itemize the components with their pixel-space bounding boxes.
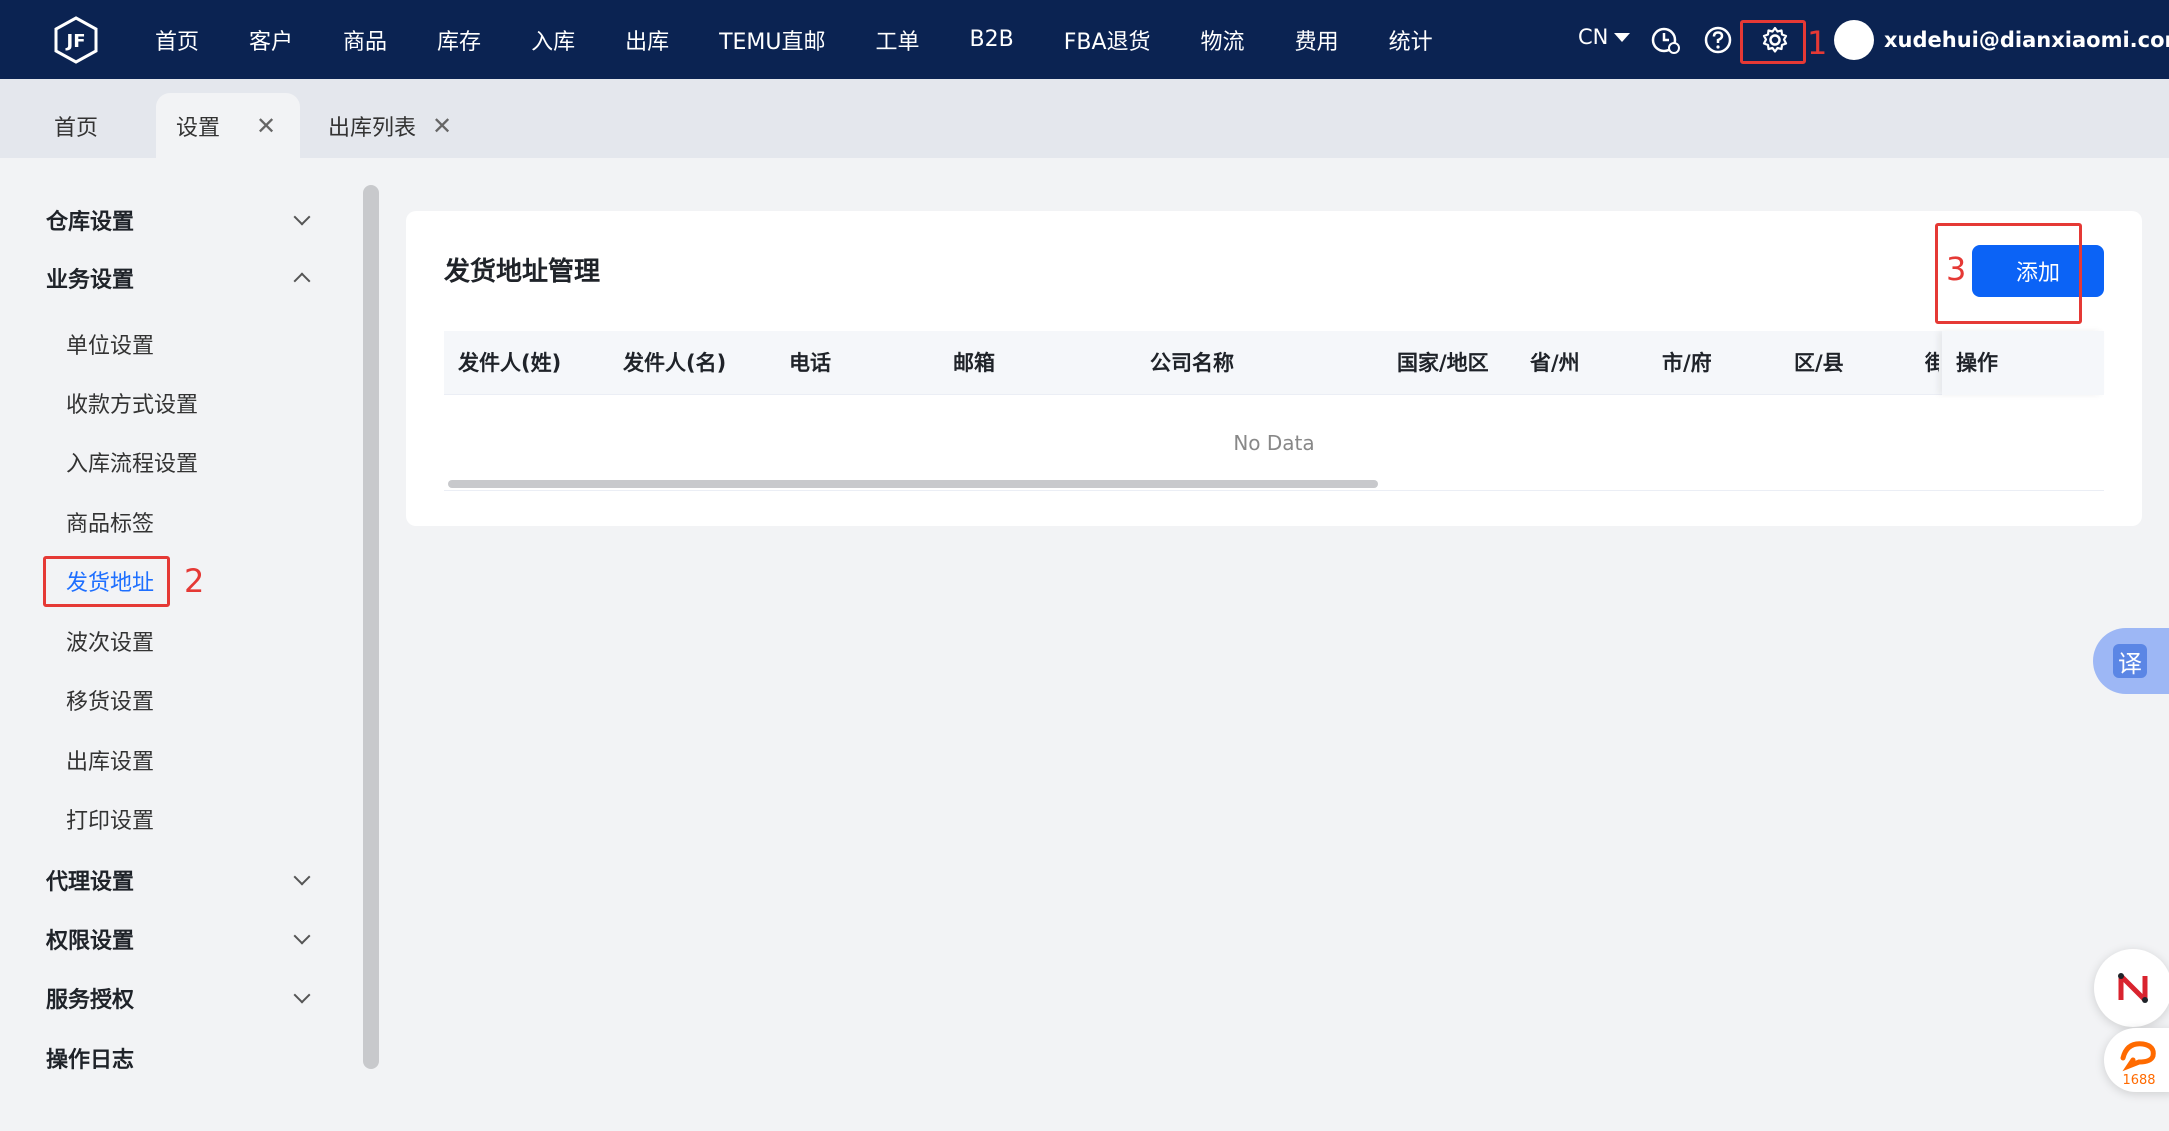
sidebar-group-label: 操作日志 [46, 1048, 135, 1073]
settings-sidebar: 仓库设置 业务设置 单位设置 收款方式设置 入库流程设置 商品标签 发货地址 波… [0, 158, 360, 1131]
close-icon[interactable]: ✕ [256, 112, 276, 140]
nav-b2b[interactable]: B2B [970, 27, 1014, 52]
sidebar-group-operation-log[interactable]: 操作日志 [46, 1042, 316, 1074]
tab-settings-label: 设置 [176, 115, 221, 141]
language-label: CN [1578, 25, 1609, 49]
sidebar-group-label: 仓库设置 [46, 210, 135, 235]
chevron-down-icon [293, 986, 311, 1004]
user-menu[interactable]: xudehui@dianxiaomi.com [1834, 20, 2169, 60]
table-bottom-divider [444, 490, 2104, 491]
badge-1688: 1688 [2122, 1073, 2155, 1088]
column-header: 街 [1925, 351, 1939, 375]
annotation-box-settings [1740, 20, 1806, 64]
op-column-header: 操作 [1942, 331, 2104, 395]
table-header: 发件人(姓) 发件人(名) 电话 邮箱 公司名称 国家/地区 省/州 市/府 区… [444, 331, 2104, 395]
chevron-down-icon [293, 927, 311, 945]
user-email: xudehui@dianxiaomi.com [1884, 28, 2169, 52]
sidebar-group-label: 服务授权 [46, 988, 135, 1013]
sidebar-group-label: 权限设置 [46, 929, 135, 954]
chevron-down-icon [293, 868, 311, 886]
main-nav: 首页 客户 商品 库存 入库 出库 TEMU直邮 工单 B2B FBA退货 物流… [130, 0, 1458, 79]
shipping-address-card: 发货地址管理 添加 发件人(姓) 发件人(名) 电话 邮箱 公司名称 国家/地区… [406, 211, 2142, 526]
svg-text:JF: JF [65, 31, 86, 52]
sidebar-item-wave[interactable]: 波次设置 [66, 625, 154, 657]
help-icon[interactable] [1702, 24, 1734, 56]
language-selector[interactable]: CN [1578, 25, 1631, 49]
tab-outbound-list[interactable]: 出库列表 ✕ [328, 93, 452, 158]
column-header: 电话 [789, 351, 831, 375]
chevron-up-icon [293, 272, 311, 290]
sidebar-group-agent[interactable]: 代理设置 [46, 864, 316, 896]
sidebar-item-inbound-flow[interactable]: 入库流程设置 [66, 446, 198, 478]
extension-widget[interactable] [2094, 949, 2169, 1027]
tab-settings[interactable]: 设置 ✕ [156, 93, 300, 158]
sidebar-group-permission[interactable]: 权限设置 [46, 923, 316, 955]
alibaba-1688-icon: 1688 [2120, 1041, 2156, 1088]
nav-outbound[interactable]: 出库 [625, 24, 669, 56]
translate-icon: 译 [2113, 644, 2147, 678]
column-header: 市/府 [1662, 351, 1712, 375]
clock-icon[interactable] [1650, 24, 1682, 56]
sidebar-group-warehouse[interactable]: 仓库设置 [46, 204, 316, 236]
sidebar-item-product-label[interactable]: 商品标签 [66, 506, 154, 538]
caret-down-icon [1614, 32, 1631, 42]
column-header: 区/县 [1794, 351, 1844, 375]
sidebar-item-unit[interactable]: 单位设置 [66, 328, 154, 360]
nav-statistics[interactable]: 统计 [1389, 24, 1433, 56]
nav-tickets[interactable]: 工单 [876, 24, 920, 56]
sidebar-group-business[interactable]: 业务设置 [46, 262, 316, 294]
avatar [1834, 20, 1874, 60]
sidebar-item-print[interactable]: 打印设置 [66, 803, 154, 835]
nav-inventory[interactable]: 库存 [437, 24, 481, 56]
nav-customers[interactable]: 客户 [249, 24, 293, 56]
network-icon [2118, 973, 2148, 1003]
sidebar-group-label: 代理设置 [46, 870, 135, 895]
nav-logistics[interactable]: 物流 [1201, 24, 1245, 56]
annotation-step-2: 2 [184, 562, 205, 600]
column-header: 操作 [1956, 351, 1998, 375]
nav-temu[interactable]: TEMU直邮 [719, 24, 825, 56]
nav-fba-returns[interactable]: FBA退货 [1064, 24, 1151, 56]
tab-home[interactable]: 首页 [54, 93, 98, 158]
tab-home-label: 首页 [54, 115, 99, 141]
tab-outbound-list-label: 出库列表 [328, 115, 417, 141]
table-horizontal-scrollbar[interactable] [448, 480, 1378, 488]
nav-inbound[interactable]: 入库 [531, 24, 575, 56]
nav-products[interactable]: 商品 [343, 24, 387, 56]
translate-widget[interactable]: 译 [2093, 628, 2169, 694]
column-header: 发件人(姓) [458, 351, 562, 375]
column-header: 国家/地区 [1397, 351, 1489, 375]
app-logo-icon[interactable]: JF [52, 16, 100, 64]
sidebar-item-transfer[interactable]: 移货设置 [66, 684, 154, 716]
column-header: 邮箱 [953, 351, 995, 375]
tabs-bar: 首页 设置 ✕ 出库列表 ✕ [0, 79, 2169, 158]
widget-1688[interactable]: 1688 [2104, 1028, 2169, 1092]
sidebar-group-service-auth[interactable]: 服务授权 [46, 982, 316, 1014]
chevron-down-icon [293, 208, 311, 226]
page-title: 发货地址管理 [444, 257, 601, 287]
nav-home[interactable]: 首页 [155, 24, 199, 56]
empty-state-text: No Data [1233, 431, 1315, 455]
column-header: 发件人(名) [623, 351, 727, 375]
annotation-step-3: 3 [1946, 250, 1967, 288]
sidebar-item-payment[interactable]: 收款方式设置 [66, 387, 198, 419]
top-nav-bar: JF 首页 客户 商品 库存 入库 出库 TEMU直邮 工单 B2B FBA退货… [0, 0, 2169, 79]
sidebar-item-outbound[interactable]: 出库设置 [66, 744, 154, 776]
column-header: 公司名称 [1150, 351, 1234, 375]
close-icon[interactable]: ✕ [432, 112, 452, 140]
sidebar-scrollbar[interactable] [363, 185, 379, 1069]
annotation-box-shipping-address [43, 556, 170, 607]
nav-fees[interactable]: 费用 [1295, 24, 1339, 56]
annotation-step-1: 1 [1807, 24, 1828, 62]
column-header: 省/州 [1530, 351, 1580, 375]
sidebar-group-label: 业务设置 [46, 268, 135, 293]
